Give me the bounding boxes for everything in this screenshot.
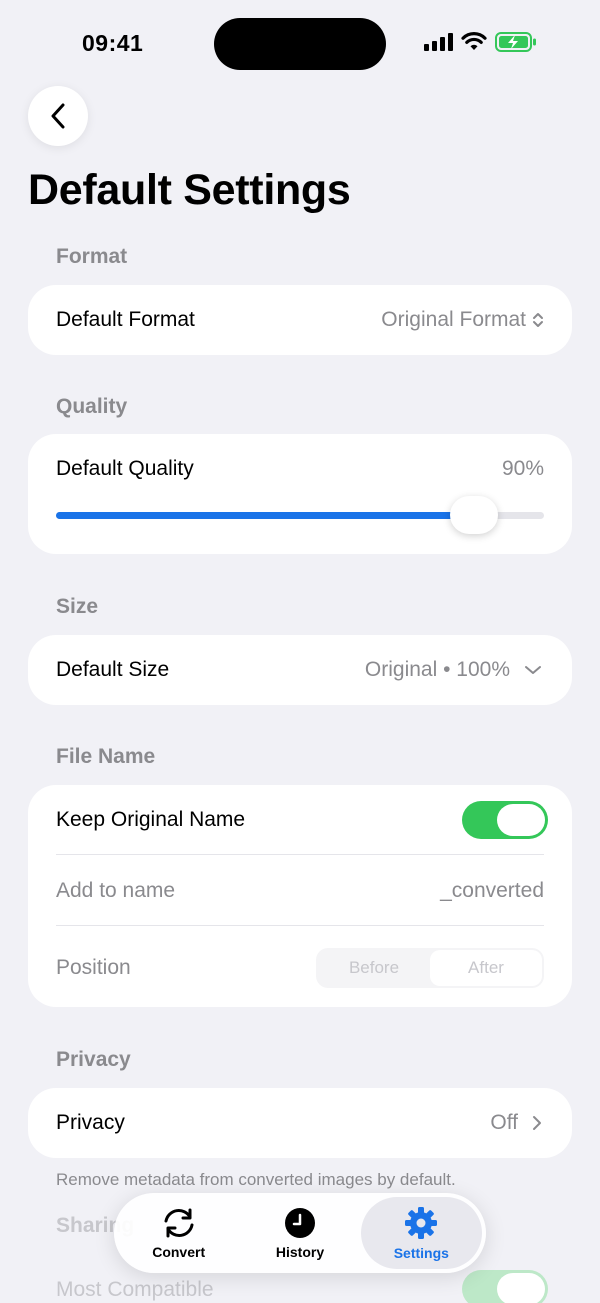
- status-icons: [424, 30, 537, 54]
- default-size-picker[interactable]: Original • 100%: [365, 658, 544, 682]
- most-compatible-toggle[interactable]: [462, 1270, 548, 1303]
- default-format-row[interactable]: Default Format Original Format: [28, 285, 572, 355]
- toggle-knob: [497, 1273, 545, 1303]
- position-after-option[interactable]: After: [430, 950, 542, 986]
- keep-original-name-toggle[interactable]: [462, 801, 548, 839]
- toggle-knob: [497, 804, 545, 836]
- quality-slider-thumb[interactable]: [450, 496, 498, 534]
- divider: [56, 925, 544, 926]
- tab-settings-label: Settings: [393, 1245, 449, 1261]
- privacy-value: Off: [490, 1111, 518, 1134]
- quality-slider[interactable]: [56, 496, 544, 534]
- privacy-section-label: Privacy: [56, 1048, 131, 1071]
- quality-slider-fill: [56, 512, 456, 519]
- size-section-label: Size: [56, 595, 99, 618]
- privacy-row[interactable]: Privacy Off: [28, 1088, 572, 1158]
- default-format-label: Default Format: [56, 308, 195, 331]
- divider: [56, 854, 544, 855]
- default-size-label: Default Size: [56, 658, 170, 681]
- position-segmented-control[interactable]: Before After: [316, 948, 544, 988]
- wifi-icon: [461, 32, 487, 50]
- chevron-right-icon: [533, 1116, 541, 1130]
- default-format-picker[interactable]: Original Format: [381, 308, 544, 332]
- chevron-up-down-icon: [533, 313, 543, 327]
- status-time: 09:41: [82, 30, 144, 56]
- format-section-label: Format: [56, 245, 128, 268]
- tab-convert-label: Convert: [152, 1244, 206, 1260]
- privacy-value-group: Off: [490, 1111, 544, 1135]
- chevron-left-icon: [51, 103, 65, 129]
- most-compatible-label: Most Compatible: [56, 1278, 214, 1301]
- add-to-name-field[interactable]: _converted: [440, 879, 544, 903]
- clock-icon: [284, 1208, 315, 1238]
- battery-charging-icon: [495, 32, 536, 52]
- gear-icon: [405, 1207, 438, 1239]
- cellular-signal-icon: [424, 33, 453, 51]
- dynamic-island: [214, 18, 386, 70]
- default-size-row[interactable]: Default Size Original • 100%: [28, 635, 572, 705]
- convert-icon: [164, 1208, 194, 1238]
- tab-bar: Convert History Settings: [114, 1193, 486, 1273]
- keep-original-name-label: Keep Original Name: [56, 808, 246, 831]
- position-label: Position: [56, 956, 131, 979]
- quality-section-label: Quality: [56, 395, 128, 418]
- tab-history-label: History: [275, 1244, 325, 1260]
- position-before-option[interactable]: Before: [318, 950, 430, 986]
- back-button[interactable]: [28, 86, 88, 146]
- default-quality-value: 90%: [501, 457, 544, 480]
- file-name-section-label: File Name: [56, 745, 156, 768]
- file-name-card: Keep Original Name Add to name _converte…: [28, 785, 572, 1007]
- tab-history[interactable]: History: [239, 1197, 360, 1269]
- privacy-footnote: Remove metadata from converted images by…: [56, 1170, 456, 1189]
- default-quality-label: Default Quality: [56, 457, 194, 480]
- tab-convert[interactable]: Convert: [118, 1197, 239, 1269]
- default-size-value: Original • 100%: [364, 658, 510, 681]
- privacy-label: Privacy: [56, 1111, 125, 1134]
- default-format-value: Original Format: [381, 308, 526, 331]
- tab-settings[interactable]: Settings: [360, 1197, 482, 1269]
- add-to-name-label: Add to name: [56, 879, 176, 902]
- quality-card: Default Quality 90%: [28, 434, 572, 554]
- chevron-down-icon: [525, 666, 541, 674]
- page-title: Default Settings: [28, 166, 351, 214]
